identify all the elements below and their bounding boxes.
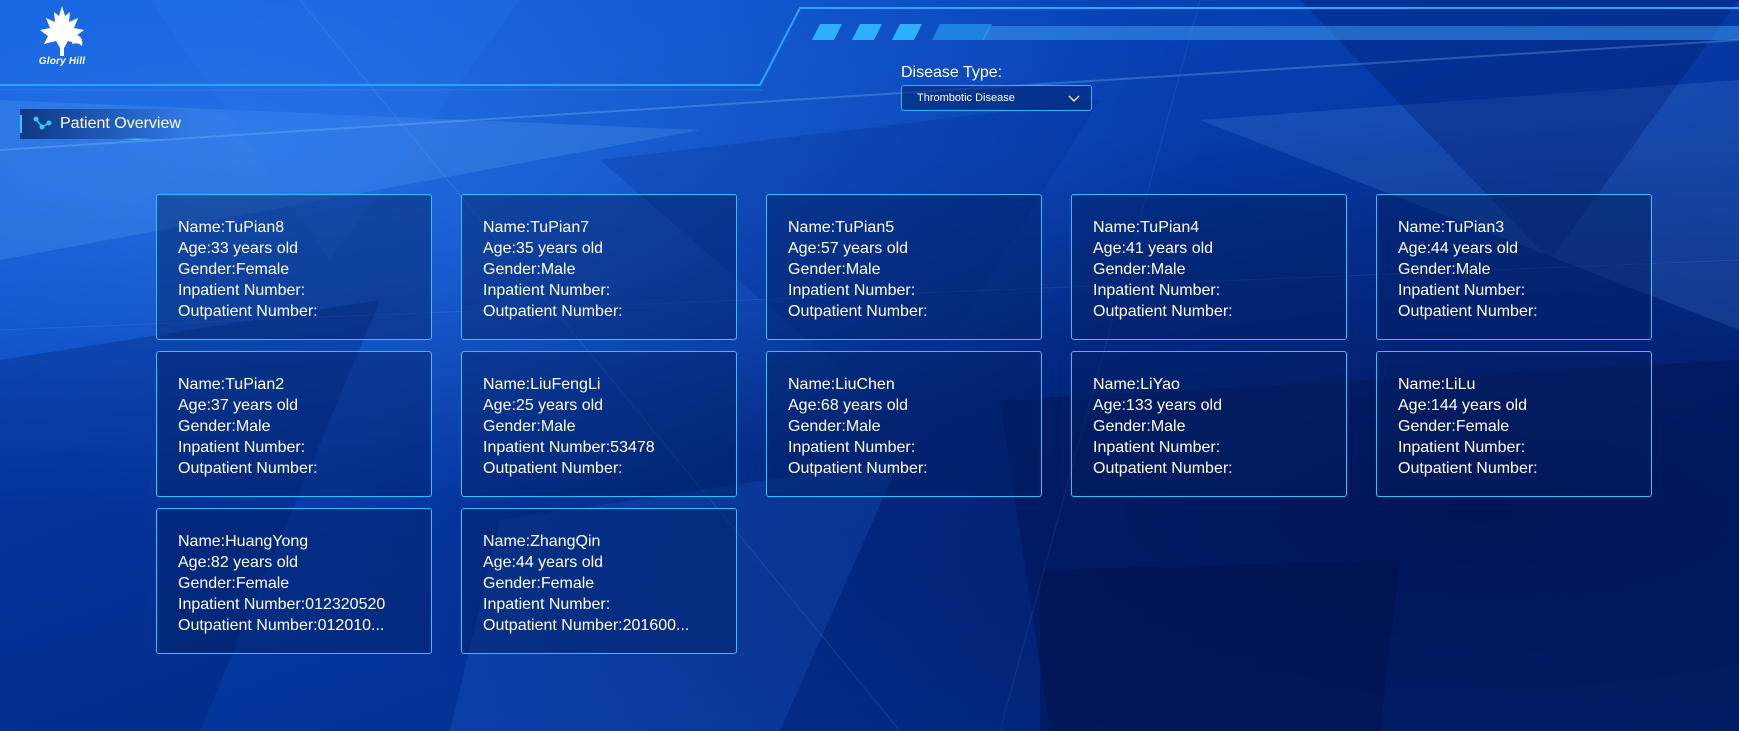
patient-gender: Gender:Male — [1093, 261, 1186, 278]
patient-outpatient-number: Outpatient Number: — [788, 303, 928, 320]
patient-inpatient-number: Inpatient Number:53478 — [483, 439, 655, 456]
patient-gender: Gender:Male — [178, 418, 271, 435]
patient-gender: Gender:Male — [483, 261, 576, 278]
disease-type-label: Disease Type: — [901, 64, 1003, 81]
patient-inpatient-number: Inpatient Number: — [1398, 439, 1526, 456]
patient-name: Name:TuPian3 — [1398, 219, 1505, 236]
patient-card[interactable]: Name:TuPian3 Age:44 years old Gender:Mal… — [1376, 194, 1652, 340]
patient-name: Name:LiLu — [1398, 376, 1476, 393]
patient-inpatient-number: Inpatient Number:012320520 — [178, 596, 386, 613]
patient-name: Name:TuPian7 — [483, 219, 590, 236]
patient-card[interactable]: Name:LiuChen Age:68 years old Gender:Mal… — [766, 351, 1042, 497]
patient-name: Name:HuangYong — [178, 533, 309, 550]
patient-name: Name:LiuChen — [788, 376, 895, 393]
patient-outpatient-number: Outpatient Number: — [788, 460, 928, 477]
patient-inpatient-number: Inpatient Number: — [178, 439, 306, 456]
patient-age: Age:44 years old — [1398, 240, 1519, 257]
patient-inpatient-number: Inpatient Number: — [1398, 282, 1526, 299]
patient-card[interactable]: Name:HuangYong Age:82 years old Gender:F… — [156, 508, 432, 654]
patient-age: Age:133 years old — [1093, 397, 1222, 414]
patient-gender: Gender:Male — [788, 261, 881, 278]
header-decoration — [812, 24, 992, 40]
disease-type-value: Thrombotic Disease — [917, 92, 1015, 104]
patient-inpatient-number: Inpatient Number: — [788, 439, 916, 456]
patient-card-grid: Name:TuPian8 Age:33 years old Gender:Fem… — [156, 194, 1652, 654]
patient-card[interactable]: Name:LiuFengLi Age:25 years old Gender:M… — [461, 351, 737, 497]
patient-age: Age:41 years old — [1093, 240, 1214, 257]
patient-age: Age:57 years old — [788, 240, 909, 257]
patient-outpatient-number: Outpatient Number: — [1398, 303, 1538, 320]
patient-outpatient-number: Outpatient Number:012010... — [178, 617, 385, 634]
patient-age: Age:44 years old — [483, 554, 604, 571]
patient-inpatient-number: Inpatient Number: — [483, 282, 611, 299]
logo-text: Glory Hill — [38, 56, 86, 67]
patient-age: Age:25 years old — [483, 397, 604, 414]
patient-age: Age:144 years old — [1398, 397, 1527, 414]
brand-logo: Glory Hill — [28, 4, 96, 76]
patient-outpatient-number: Outpatient Number:201600... — [483, 617, 690, 634]
patient-gender: Gender:Male — [1093, 418, 1186, 435]
patient-card[interactable]: Name:TuPian5 Age:57 years old Gender:Mal… — [766, 194, 1042, 340]
patient-gender: Gender:Female — [483, 575, 595, 592]
patient-name: Name:TuPian2 — [178, 376, 285, 393]
patient-outpatient-number: Outpatient Number: — [178, 303, 318, 320]
patient-card[interactable]: Name:TuPian7 Age:35 years old Gender:Mal… — [461, 194, 737, 340]
patient-age: Age:33 years old — [178, 240, 299, 257]
chevron-down-icon — [1068, 95, 1080, 102]
patient-name: Name:TuPian5 — [788, 219, 895, 236]
patient-gender: Gender:Male — [483, 418, 576, 435]
patient-name: Name:TuPian8 — [178, 219, 285, 236]
patient-age: Age:35 years old — [483, 240, 604, 257]
patient-name: Name:ZhangQin — [483, 533, 601, 550]
patient-name: Name:LiuFengLi — [483, 376, 601, 393]
patient-age: Age:68 years old — [788, 397, 909, 414]
patient-outpatient-number: Outpatient Number: — [483, 460, 623, 477]
disease-type-filter: Disease Type: Thrombotic Disease — [901, 64, 1092, 111]
patient-outpatient-number: Outpatient Number: — [1398, 460, 1538, 477]
section-accent-bar — [20, 115, 22, 133]
patient-outpatient-number: Outpatient Number: — [1093, 303, 1233, 320]
network-icon — [33, 116, 52, 130]
patient-inpatient-number: Inpatient Number: — [1093, 282, 1221, 299]
header-frame — [0, 7, 1739, 91]
patient-outpatient-number: Outpatient Number: — [178, 460, 318, 477]
patient-name: Name:TuPian4 — [1093, 219, 1200, 236]
patient-card[interactable]: Name:LiLu Age:144 years old Gender:Femal… — [1376, 351, 1652, 497]
patient-gender: Gender:Male — [1398, 261, 1491, 278]
patient-gender: Gender:Female — [1398, 418, 1510, 435]
patient-card[interactable]: Name:LiYao Age:133 years old Gender:Male… — [1071, 351, 1347, 497]
patient-age: Age:82 years old — [178, 554, 299, 571]
patient-outpatient-number: Outpatient Number: — [1093, 460, 1233, 477]
disease-type-select[interactable]: Thrombotic Disease — [901, 85, 1092, 111]
patient-card[interactable]: Name:TuPian2 Age:37 years old Gender:Mal… — [156, 351, 432, 497]
patient-gender: Gender:Female — [178, 261, 290, 278]
patient-age: Age:37 years old — [178, 397, 299, 414]
patient-card[interactable]: Name:ZhangQin Age:44 years old Gender:Fe… — [461, 508, 737, 654]
patient-inpatient-number: Inpatient Number: — [483, 596, 611, 613]
patient-inpatient-number: Inpatient Number: — [178, 282, 306, 299]
patient-inpatient-number: Inpatient Number: — [1093, 439, 1221, 456]
patient-outpatient-number: Outpatient Number: — [483, 303, 623, 320]
section-header: Patient Overview — [20, 109, 192, 139]
patient-card[interactable]: Name:TuPian4 Age:41 years old Gender:Mal… — [1071, 194, 1347, 340]
patient-gender: Gender:Male — [788, 418, 881, 435]
maple-leaf-icon — [40, 6, 84, 56]
patient-gender: Gender:Female — [178, 575, 290, 592]
patient-name: Name:LiYao — [1093, 376, 1180, 393]
section-title: Patient Overview — [60, 115, 181, 132]
patient-card[interactable]: Name:TuPian8 Age:33 years old Gender:Fem… — [156, 194, 432, 340]
patient-inpatient-number: Inpatient Number: — [788, 282, 916, 299]
